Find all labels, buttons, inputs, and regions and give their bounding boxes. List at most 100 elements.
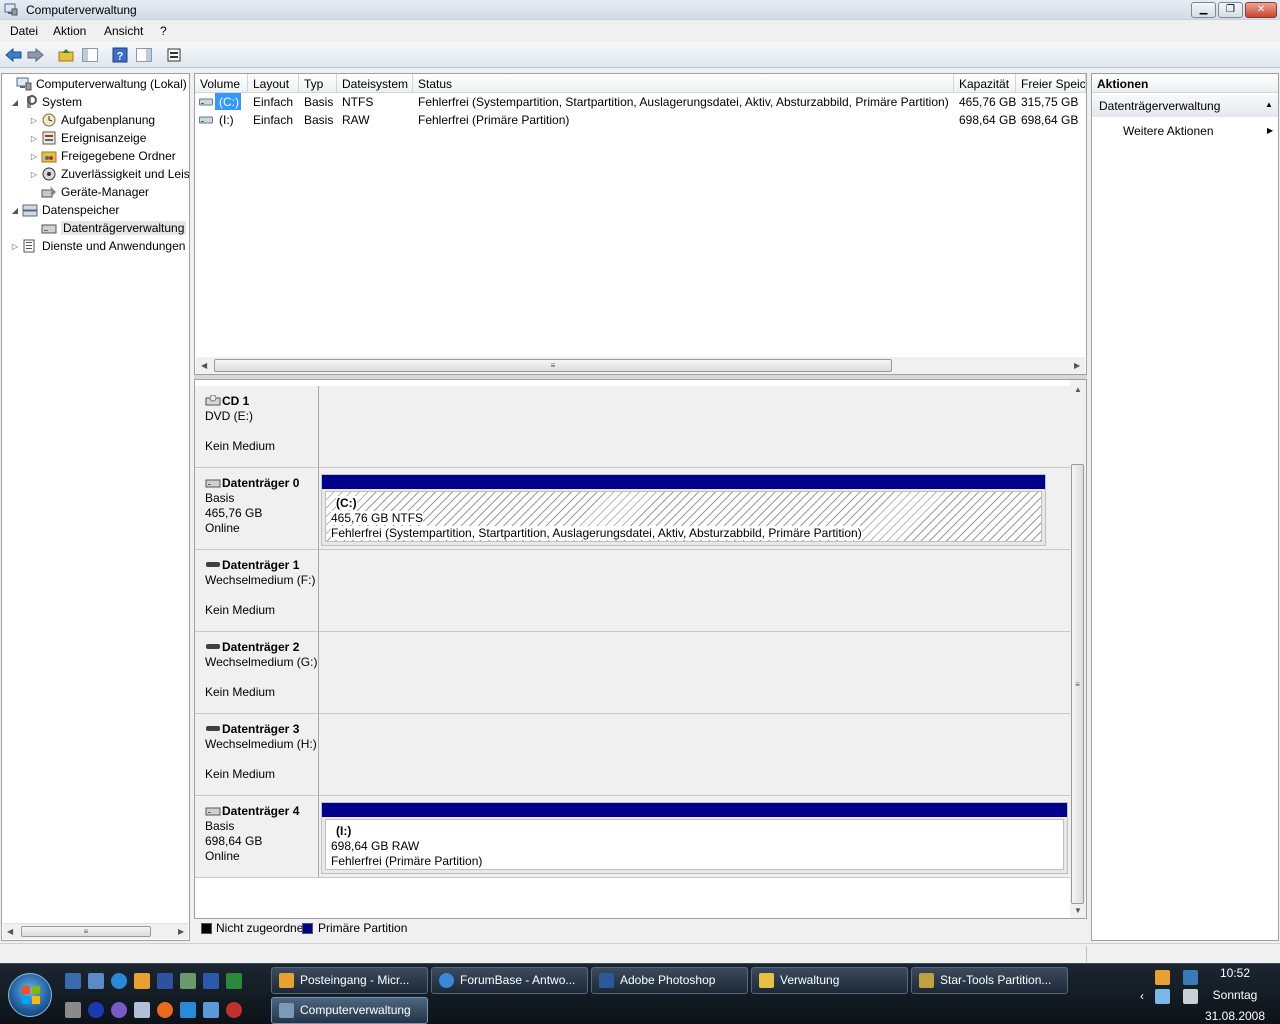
minimize-button[interactable]: ▁ xyxy=(1191,2,1216,18)
forward-button[interactable] xyxy=(25,46,45,64)
tree-item-datenspeicher[interactable]: ◢ Datenspeicher xyxy=(10,201,119,219)
expander[interactable]: ▷ xyxy=(29,116,39,125)
partition-i[interactable]: (I:) 698,64 GB RAW Fehlerfrei (Primäre P… xyxy=(321,802,1068,874)
publisher-icon[interactable] xyxy=(180,973,196,989)
outlook-icon[interactable] xyxy=(134,973,150,989)
tree-item-aufgabenplanung[interactable]: ▷ Aufgabenplanung xyxy=(29,111,155,129)
internet-explorer-icon[interactable] xyxy=(111,973,127,989)
show-hidden-icons-icon[interactable]: ‹ xyxy=(1140,989,1144,1003)
tray-network-icon[interactable] xyxy=(1183,970,1198,985)
volume-icon[interactable] xyxy=(1183,989,1198,1004)
taskbar-button-forumbase[interactable]: ForumBase - Antwo... xyxy=(431,967,588,994)
taskbar-button-computerverwaltung[interactable]: Computerverwaltung xyxy=(271,997,428,1024)
clock-time[interactable]: 10:52 xyxy=(1210,966,1260,980)
scroll-right-icon[interactable]: ▶ xyxy=(178,927,184,936)
tree-item-datentraegerverwaltung[interactable]: Datenträgerverwaltung xyxy=(29,219,187,237)
disk-row-disk0[interactable]: Datenträger 0 Basis 465,76 GB Online (C:… xyxy=(195,468,1070,550)
taskbar-button-verwaltung[interactable]: Verwaltung xyxy=(751,967,908,994)
show-hide-action-pane-button[interactable] xyxy=(134,46,154,64)
menu-help[interactable]: ? xyxy=(160,24,167,38)
scroll-left-icon[interactable]: ◀ xyxy=(7,927,13,936)
action-weitere-aktionen[interactable]: Weitere Aktionen xyxy=(1123,124,1214,138)
computer-icon[interactable] xyxy=(157,973,173,989)
scroll-left-icon[interactable]: ◀ xyxy=(201,361,207,370)
switch-windows-icon[interactable] xyxy=(88,973,104,989)
disk-label: Datenträger 4 Basis 698,64 GB Online xyxy=(195,796,319,878)
word-icon[interactable] xyxy=(203,973,219,989)
disk-view-vertical-scrollbar[interactable]: ▲ ≡ ▼ xyxy=(1070,380,1086,918)
properties-button[interactable] xyxy=(164,46,184,64)
photoshop-quicklaunch-icon[interactable] xyxy=(180,1002,196,1018)
menu-datei[interactable]: Datei xyxy=(10,24,38,38)
tray-outlook-icon[interactable] xyxy=(1155,970,1170,985)
up-button[interactable] xyxy=(56,46,76,64)
disk-row-disk3[interactable]: Datenträger 3 Wechselmedium (H:) Kein Me… xyxy=(195,714,1070,796)
tree-item-ereignisanzeige[interactable]: ▷ Ereignisanzeige xyxy=(29,129,146,147)
taskbar-button-star-tools[interactable]: Star-Tools Partition... xyxy=(911,967,1068,994)
menu-ansicht[interactable]: Ansicht xyxy=(104,24,143,38)
notepad-icon[interactable] xyxy=(134,1002,150,1018)
tree-item-freigegebene-ordner[interactable]: ▷ Freigegebene Ordner xyxy=(29,147,176,165)
submenu-arrow-icon: ▶ xyxy=(1267,126,1274,135)
column-header-typ[interactable]: Typ xyxy=(299,74,337,93)
partition-c[interactable]: (C:) 465,76 GB NTFS Fehlerfrei (Systempa… xyxy=(321,474,1046,546)
disk-row-disk2[interactable]: Datenträger 2 Wechselmedium (G:) Kein Me… xyxy=(195,632,1070,714)
tree-horizontal-scrollbar[interactable]: ◀ ≡ ▶ xyxy=(3,923,188,939)
scrollbar-thumb[interactable]: ≡ xyxy=(21,926,151,937)
disk-row-cd1[interactable]: CD 1 DVD (E:) Kein Medium xyxy=(195,386,1070,468)
expander[interactable]: ▷ xyxy=(29,152,39,161)
start-button[interactable] xyxy=(8,973,52,1017)
column-header-layout[interactable]: Layout xyxy=(248,74,299,93)
column-header-kapazitaet[interactable]: Kapazität xyxy=(954,74,1016,93)
disk-row-disk1[interactable]: Datenträger 1 Wechselmedium (F:) Kein Me… xyxy=(195,550,1070,632)
disk-label: Datenträger 3 Wechselmedium (H:) Kein Me… xyxy=(195,714,319,796)
firefox-icon[interactable] xyxy=(157,1002,173,1018)
column-header-volume[interactable]: Volume xyxy=(195,74,248,93)
column-header-dateisystem[interactable]: Dateisystem xyxy=(337,74,413,93)
column-header-freier-speicher[interactable]: Freier Speic xyxy=(1016,74,1086,93)
scroll-up-icon[interactable]: ▲ xyxy=(1074,385,1082,394)
clock-date[interactable]: 31.08.2008 xyxy=(1203,1009,1267,1023)
tray-safely-remove-icon[interactable] xyxy=(1155,989,1170,1004)
close-button[interactable]: ✕ xyxy=(1245,2,1277,18)
app-icon[interactable] xyxy=(111,1002,127,1018)
show-hide-tree-button[interactable] xyxy=(80,46,100,64)
device-manager-icon xyxy=(41,186,56,198)
legend-label-unallocated: Nicht zugeordnet xyxy=(216,921,307,935)
scroll-down-icon[interactable]: ▼ xyxy=(1074,906,1082,915)
scroll-right-icon[interactable]: ▶ xyxy=(1074,361,1080,370)
tree-item-computerverwaltung[interactable]: Computerverwaltung (Lokal) xyxy=(4,75,187,93)
expander[interactable]: ◢ xyxy=(10,206,20,215)
expander[interactable]: ▷ xyxy=(10,242,20,251)
cell-layout: Einfach xyxy=(253,95,294,109)
expander[interactable]: ▷ xyxy=(29,170,39,179)
volume-list-horizontal-scrollbar[interactable]: ◀ ≡ ▶ xyxy=(196,357,1085,374)
taskbar: Posteingang - Micr... ForumBase - Antwo.… xyxy=(0,963,1280,1024)
maximize-button[interactable]: ❐ xyxy=(1218,2,1243,18)
excel-icon[interactable] xyxy=(226,973,242,989)
tree-item-zuverlaessigkeit[interactable]: ▷ Zuverlässigkeit und Leis xyxy=(29,165,189,183)
up-folder-icon xyxy=(58,49,74,62)
back-button[interactable] xyxy=(3,46,23,64)
tree-item-system[interactable]: ◢ System xyxy=(10,93,82,111)
taskbar-button-photoshop[interactable]: Adobe Photoshop xyxy=(591,967,748,994)
tree-item-geraete-manager[interactable]: Geräte-Manager xyxy=(29,183,149,201)
expander[interactable]: ◢ xyxy=(10,98,20,107)
app2-icon[interactable] xyxy=(203,1002,219,1018)
collapse-up-icon[interactable]: ▲ xyxy=(1265,100,1273,109)
scrollbar-thumb[interactable]: ≡ xyxy=(1071,464,1084,904)
scrollbar-thumb[interactable]: ≡ xyxy=(214,359,892,372)
media-player-icon[interactable] xyxy=(88,1002,104,1018)
menu-aktion[interactable]: Aktion xyxy=(53,24,86,38)
app3-icon[interactable] xyxy=(226,1002,242,1018)
taskbar-button-outlook[interactable]: Posteingang - Micr... xyxy=(271,967,428,994)
tree-item-dienste[interactable]: ▷ Dienste und Anwendungen xyxy=(10,237,186,255)
show-desktop-icon[interactable] xyxy=(65,973,81,989)
clock-day[interactable]: Sonntag xyxy=(1205,988,1265,1002)
calculator-icon[interactable] xyxy=(65,1002,81,1018)
actions-section-datentraegerverwaltung[interactable]: Datenträgerverwaltung ▲ xyxy=(1092,95,1278,117)
help-button[interactable]: ? xyxy=(110,46,130,64)
expander[interactable]: ▷ xyxy=(29,134,39,143)
column-header-status[interactable]: Status xyxy=(413,74,954,93)
disk-row-disk4[interactable]: Datenträger 4 Basis 698,64 GB Online (I:… xyxy=(195,796,1070,878)
